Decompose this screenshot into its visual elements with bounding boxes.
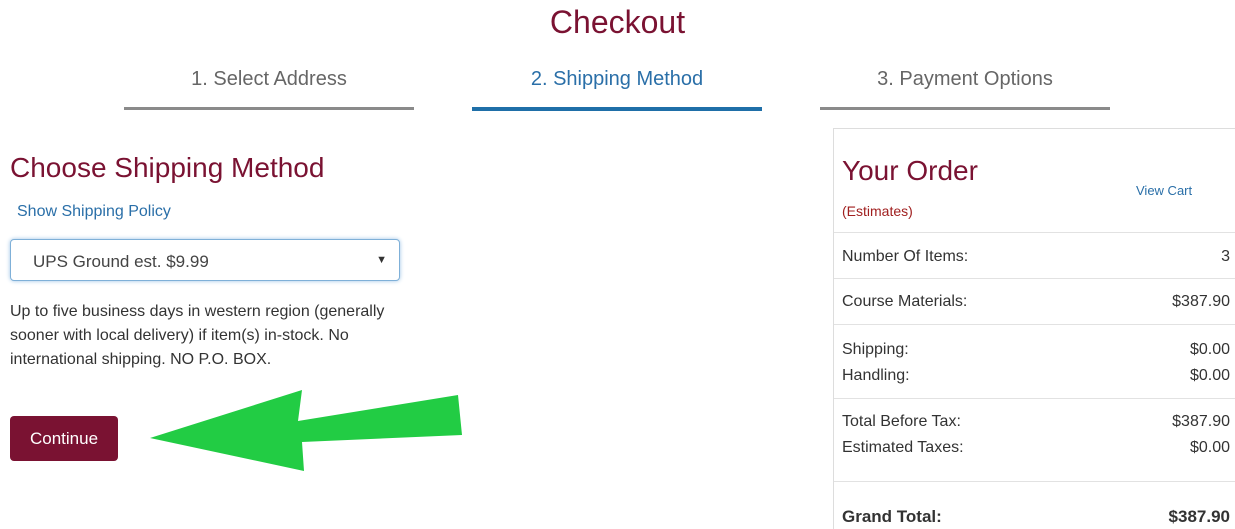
divider: [834, 278, 1235, 279]
shipping-value: $0.00: [1189, 341, 1230, 358]
continue-button[interactable]: Continue: [10, 416, 118, 461]
estimates-note: (Estimates): [842, 203, 913, 219]
items-value: 3: [1221, 248, 1230, 265]
divider: [834, 398, 1235, 399]
handling-value: $0.00: [1189, 367, 1230, 384]
materials-value: $387.90: [1172, 293, 1230, 310]
grand-total-label: Grand Total:: [842, 507, 942, 526]
shipping-policy-link[interactable]: Show Shipping Policy: [17, 203, 171, 221]
items-label: Number Of Items:: [842, 248, 969, 265]
taxes-value: $0.00: [1189, 439, 1230, 456]
selected-shipping-method: UPS Ground est. $9.99: [33, 252, 209, 271]
step-underline: [124, 107, 414, 110]
step-label: 1. Select Address: [191, 68, 347, 90]
handling-label: Handling:: [842, 367, 910, 384]
divider: [834, 232, 1235, 233]
before-tax-value: $387.90: [1172, 413, 1230, 430]
step-underline: [820, 107, 1110, 110]
materials-label: Course Materials:: [842, 293, 968, 310]
page-title: Checkout: [549, 4, 686, 40]
green-arrow-icon: [150, 390, 462, 471]
step-select-address[interactable]: 1. Select Address: [124, 68, 414, 113]
divider: [834, 481, 1235, 482]
shipping-heading: Choose Shipping Method: [10, 152, 325, 183]
divider: [834, 324, 1235, 325]
step-underline-active: [472, 107, 762, 111]
shipping-label: Shipping:: [842, 341, 909, 358]
step-label: 3. Payment Options: [877, 68, 1053, 90]
step-payment-options[interactable]: 3. Payment Options: [820, 68, 1110, 113]
view-cart-link[interactable]: View Cart: [1136, 183, 1192, 198]
order-title: Your Order: [842, 155, 978, 186]
dropdown-caret-icon: ▼: [376, 254, 387, 266]
step-shipping-method[interactable]: 2. Shipping Method: [472, 68, 762, 113]
taxes-label: Estimated Taxes:: [842, 439, 964, 456]
step-label: 2. Shipping Method: [530, 68, 704, 90]
shipping-description: Up to five business days in western regi…: [10, 303, 385, 368]
grand-total-value: $387.90: [1168, 507, 1230, 526]
shipping-method-select[interactable]: UPS Ground est. $9.99 ▼: [10, 239, 400, 281]
before-tax-label: Total Before Tax:: [842, 413, 961, 430]
